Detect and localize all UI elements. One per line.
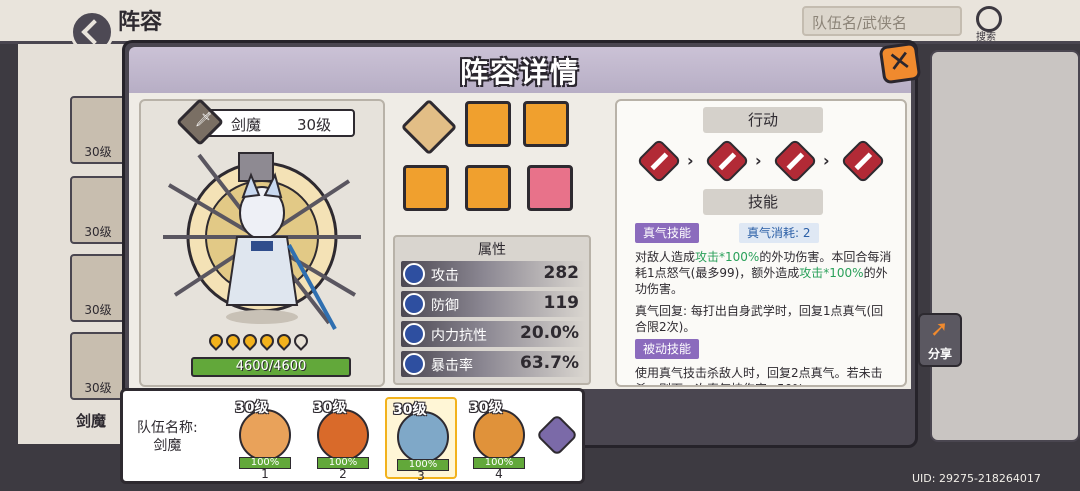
attr-label: 攻击 xyxy=(431,268,459,284)
sword-card-icon xyxy=(636,138,682,184)
star-icon xyxy=(257,331,277,351)
attr-value: 282 xyxy=(543,263,580,283)
defense-icon xyxy=(403,293,425,315)
right-panel xyxy=(930,50,1080,442)
team-member-4[interactable]: 30级 100% 4 xyxy=(463,397,535,481)
attr-row-crit: 暴击率 63.7% xyxy=(401,351,585,377)
desc-highlight: 攻击*100% xyxy=(799,266,864,280)
close-icon[interactable]: ✕ xyxy=(878,41,922,85)
lineup-detail-modal: 阵容详情 ✕ 剑魔 30级 🗡 4600/4600 属性 攻击 282 防御 1… xyxy=(122,40,922,448)
sword-card-icon xyxy=(772,138,818,184)
passive-skill-desc: 使用真气技击杀敌人时，回复2点真气。若未击杀，则下一次真气技伤害+50% xyxy=(635,366,883,385)
attr-row-defense: 防御 119 xyxy=(401,291,585,317)
team-bar: 队伍名称: 剑魔 30级 100% 1 30级 100% 2 30级 100% … xyxy=(120,388,585,484)
cost-tag: 真气消耗: 2 xyxy=(739,223,819,243)
desc-highlight: 攻击*100% xyxy=(695,250,760,264)
search-input[interactable]: 队伍名/武侠名 xyxy=(802,6,962,36)
active-skill-tag: 真气技能 xyxy=(635,223,700,243)
member-level: 30级 xyxy=(469,400,503,416)
hero-level: 30级 xyxy=(84,381,112,395)
lineup-name: 剑魔 xyxy=(76,412,107,430)
hero-list-item[interactable]: 30级 xyxy=(70,254,126,322)
uid-text: UID: 29275-218264017 xyxy=(912,472,1041,485)
sword-card-icon xyxy=(704,138,750,184)
skill-title: 技能 xyxy=(703,189,823,215)
armor-icon[interactable] xyxy=(523,101,569,147)
claw-icon[interactable] xyxy=(465,101,511,147)
team-name: 剑魔 xyxy=(153,438,182,454)
attr-row-resist: 内力抗性 20.0% xyxy=(401,321,585,347)
ring-icon[interactable] xyxy=(527,165,573,211)
arrow-right-icon: › xyxy=(687,151,694,170)
skill-panel: 行动 › › › 技能 真气技能 真气消耗: 2 对敌人造成攻击*100%的外功… xyxy=(615,99,907,387)
hero-level: 30级 xyxy=(297,116,332,134)
hero-level: 30级 xyxy=(84,145,112,159)
attr-value: 20.0% xyxy=(520,323,579,343)
attr-label: 内力抗性 xyxy=(431,328,487,344)
search-button[interactable]: 搜索 xyxy=(966,4,1006,43)
star-icon xyxy=(240,331,260,351)
modal-body: 剑魔 30级 🗡 4600/4600 属性 攻击 282 防御 119 内力抗性… xyxy=(129,93,911,389)
regen-desc: 真气回复: 每打出自身武学时，回复1点真气(回合限2次)。 xyxy=(635,304,884,334)
team-member-3[interactable]: 30级 100% 3 xyxy=(385,397,457,483)
member-level: 30级 xyxy=(393,402,427,418)
attr-label: 防御 xyxy=(431,298,459,314)
star-icon xyxy=(274,331,294,351)
star-icon xyxy=(206,331,226,351)
hero-portrait xyxy=(163,152,361,330)
member-level: 30级 xyxy=(313,400,347,416)
hp-bar: 4600/4600 xyxy=(191,357,351,377)
sword-icon[interactable] xyxy=(400,98,458,156)
desc-text: 对敌人造成 xyxy=(635,250,696,264)
share-button[interactable]: 分享 xyxy=(918,313,962,367)
action-title: 行动 xyxy=(703,107,823,133)
screen-title: 阵容 xyxy=(118,10,163,35)
member-slot: 3 xyxy=(417,469,425,483)
hero-list-item[interactable]: 30级 xyxy=(70,332,126,400)
arrow-right-icon: › xyxy=(755,151,762,170)
attributes-panel: 属性 攻击 282 防御 119 内力抗性 20.0% 暴击率 63.7% xyxy=(393,235,591,385)
hero-level: 30级 xyxy=(84,303,112,317)
passive-skill-tag: 被动技能 xyxy=(635,339,700,359)
star-rating xyxy=(206,331,311,353)
sword-card-icon xyxy=(840,138,886,184)
member-level: 30级 xyxy=(235,400,269,416)
team-member-1[interactable]: 30级 100% 1 xyxy=(229,397,301,481)
hero-list-item[interactable]: 30级 xyxy=(70,96,126,164)
equipment-grid xyxy=(399,98,573,229)
team-member-2[interactable]: 30级 100% 2 xyxy=(307,397,379,481)
sword-icon xyxy=(175,97,225,147)
hero-panel: 剑魔 30级 🗡 4600/4600 xyxy=(139,97,385,387)
resist-icon xyxy=(403,323,425,345)
star-icon xyxy=(223,331,243,351)
hero-name: 剑魔 xyxy=(231,116,262,134)
member-slot: 2 xyxy=(339,467,347,481)
attributes-title: 属性 xyxy=(478,242,506,258)
attr-value: 63.7% xyxy=(520,353,579,373)
hero-list-item[interactable]: 30级 xyxy=(70,176,126,244)
team-name-label: 队伍名称: xyxy=(137,420,198,436)
boots-icon[interactable] xyxy=(403,165,449,211)
bracers-icon[interactable] xyxy=(465,165,511,211)
modal-header: 阵容详情 xyxy=(129,47,911,93)
star-empty-icon xyxy=(291,331,311,351)
attr-label: 暴击率 xyxy=(431,358,473,374)
attack-icon xyxy=(403,263,425,285)
hero-level: 30级 xyxy=(84,225,112,239)
member-slot: 4 xyxy=(495,467,503,481)
arrow-right-icon: › xyxy=(823,151,830,170)
attr-value: 119 xyxy=(543,293,580,313)
active-skill-desc: 对敌人造成攻击*100%的外功伤害。本回合每消耗1点怒气(最多99)，额外造成攻… xyxy=(635,249,895,297)
team-label: 队伍名称: 剑魔 xyxy=(137,419,198,455)
member-slot: 1 xyxy=(261,467,269,481)
action-sequence: › › › xyxy=(636,138,889,184)
attr-row-attack: 攻击 282 xyxy=(401,261,585,287)
crit-icon xyxy=(403,353,425,375)
modal-title: 阵容详情 xyxy=(459,56,580,89)
